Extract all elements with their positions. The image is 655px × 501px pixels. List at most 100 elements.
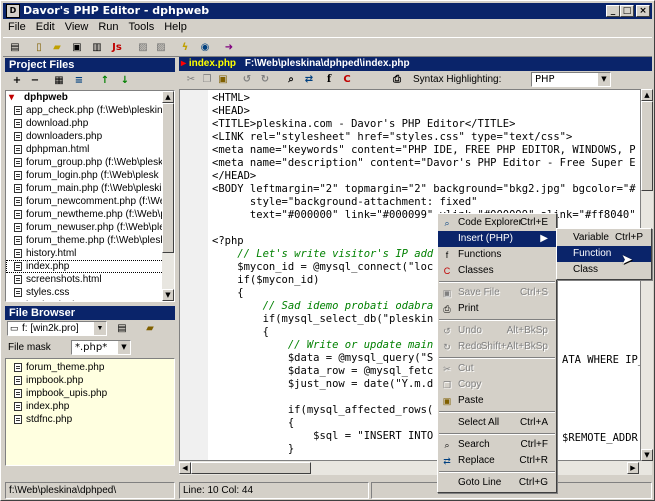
disk2-icon[interactable]: ▨ xyxy=(153,40,169,55)
context-menu-item[interactable]: ❐ Copy xyxy=(438,377,556,393)
project-file-item[interactable]: history.html xyxy=(6,247,174,260)
context-menu-item[interactable]: Goto Line Ctrl+G xyxy=(438,475,556,491)
submenu-item[interactable]: Variable Ctrl+P xyxy=(557,230,651,246)
editor-hscroll[interactable]: ◀ ▶ xyxy=(179,461,652,475)
print-icon[interactable]: ⎙ xyxy=(389,72,405,87)
context-menu-item[interactable]: Select All Ctrl+A xyxy=(438,415,556,431)
minimize-button[interactable]: _ xyxy=(606,5,620,17)
classes-icon[interactable]: C xyxy=(339,72,355,87)
remove-icon[interactable]: − xyxy=(27,73,43,88)
exit-icon[interactable]: ➜ xyxy=(221,40,237,55)
scroll-left-icon[interactable]: ◀ xyxy=(179,462,191,474)
chevron-down-icon[interactable]: ▼ xyxy=(598,73,610,86)
project-scrollbar[interactable]: ▲ ▼ xyxy=(162,91,174,301)
project-file-item[interactable]: forum_main.php (f:\Web\pleski xyxy=(6,182,174,195)
maximize-button[interactable]: □ xyxy=(620,5,634,17)
file-icon xyxy=(14,402,22,411)
syntax-select[interactable]: PHP ▼ xyxy=(531,72,611,87)
project-file-item[interactable]: forum_group.php (f:\Web\plesk xyxy=(6,156,174,169)
scroll-right-icon[interactable]: ▶ xyxy=(627,462,639,474)
project-file-item[interactable]: forum_login.php (f:\Web\plesk xyxy=(6,169,174,182)
submenu-item[interactable]: Function xyxy=(557,246,651,262)
context-menu-item[interactable]: ⌕ Code Explorer Ctrl+E xyxy=(438,215,556,231)
scroll-thumb[interactable] xyxy=(162,103,174,253)
browser-path: f:\Web\pleskina\dphped\ xyxy=(5,482,175,499)
cut-icon[interactable]: ✂ xyxy=(183,72,199,87)
project-file-item[interactable]: forum_newtheme.php (f:\Web\p xyxy=(6,208,174,221)
menu-tools[interactable]: Tools xyxy=(124,19,160,35)
scroll-down-icon[interactable]: ▼ xyxy=(641,449,653,461)
project-icon[interactable]: ▤ xyxy=(7,40,23,55)
project-file-item[interactable]: index.php xyxy=(6,260,174,273)
sort-icon[interactable]: ≡ xyxy=(71,73,87,88)
js-icon[interactable]: Js xyxy=(109,40,125,55)
redo-icon[interactable]: ↻ xyxy=(257,72,273,87)
project-file-item[interactable]: forum_newcomment.php (f:\Web xyxy=(6,195,174,208)
project-file-item[interactable]: impbook.php xyxy=(6,299,174,301)
move-up-icon[interactable]: ↑ xyxy=(97,73,113,88)
close-button[interactable]: × xyxy=(636,5,650,17)
context-menu-item[interactable]: C Classes xyxy=(438,263,556,279)
scroll-down-icon[interactable]: ▼ xyxy=(162,289,174,301)
context-menu-item[interactable]: ⌕ Search Ctrl+F xyxy=(438,437,556,453)
disk-icon[interactable]: ▨ xyxy=(135,40,151,55)
submenu-item[interactable]: Class xyxy=(557,262,651,278)
context-menu-item[interactable]: f Functions xyxy=(438,247,556,263)
add-icon[interactable]: + xyxy=(9,73,25,88)
open-folder-icon[interactable]: ▰ xyxy=(49,40,65,55)
context-menu-item[interactable]: ↺ Undo Alt+BkSp xyxy=(438,323,556,339)
scroll-up-icon[interactable]: ▲ xyxy=(162,91,174,103)
hscroll-thumb[interactable] xyxy=(191,462,311,474)
project-file-item[interactable]: forum_newuser.php (f:\Web\ple xyxy=(6,221,174,234)
browser-file-item[interactable]: impbook.php xyxy=(6,374,174,387)
paste-icon[interactable]: ▣ xyxy=(215,72,231,87)
project-file-item[interactable]: forum_theme.php (f:\Web\pleski xyxy=(6,234,174,247)
project-file-item[interactable]: styles.css xyxy=(6,286,174,299)
undo-icon[interactable]: ↺ xyxy=(239,72,255,87)
browser-file-item[interactable]: index.php xyxy=(6,400,174,413)
move-down-icon[interactable]: ↓ xyxy=(117,73,133,88)
drive-select[interactable]: ▭ f: [win2k.pro] ▼ xyxy=(7,321,107,336)
run-icon[interactable]: ϟ xyxy=(177,40,193,55)
view-mode-icon[interactable]: ▤ xyxy=(114,321,130,336)
chevron-down-icon[interactable]: ▼ xyxy=(94,322,106,335)
menu-edit[interactable]: Edit xyxy=(31,19,60,35)
context-menu-item[interactable]: Insert (PHP) ▶ xyxy=(438,231,556,247)
scroll-up-icon[interactable]: ▲ xyxy=(641,89,653,101)
context-menu-item[interactable]: ↻ Redo Shift+Alt+BkSp xyxy=(438,339,556,355)
context-menu-item[interactable]: ▣ Paste xyxy=(438,393,556,409)
project-file-label: styles.css xyxy=(26,287,70,298)
menu-file[interactable]: File xyxy=(3,19,31,35)
project-root[interactable]: ▾ dphpweb xyxy=(6,91,174,104)
context-menu-item[interactable]: ⎙ Print xyxy=(438,301,556,317)
menu-item-shortcut: Ctrl+S xyxy=(519,287,548,298)
save-icon[interactable]: ▣ xyxy=(69,40,85,55)
context-menu-item[interactable]: ✂ Cut xyxy=(438,361,556,377)
menu-view[interactable]: View xyxy=(60,19,94,35)
functions-icon[interactable]: f xyxy=(321,72,337,87)
replace-icon[interactable]: ⇄ xyxy=(301,72,317,87)
project-file-item[interactable]: dphpman.html xyxy=(6,143,174,156)
browse-icon[interactable]: ◉ xyxy=(197,40,213,55)
page-icon[interactable]: ▥ xyxy=(89,40,105,55)
context-menu-item[interactable]: ▣ Save File Ctrl+S xyxy=(438,285,556,301)
properties-icon[interactable]: ▦ xyxy=(51,73,67,88)
copy-icon[interactable]: ❐ xyxy=(199,72,215,87)
browser-file-item[interactable]: impbook_upis.php xyxy=(6,387,174,400)
context-menu-item[interactable]: ⇄ Replace Ctrl+R xyxy=(438,453,556,469)
new-file-icon[interactable]: ▯ xyxy=(31,40,47,55)
project-file-item[interactable]: screenshots.html xyxy=(6,273,174,286)
menu-run[interactable]: Run xyxy=(93,19,123,35)
search-icon[interactable]: ⌕ xyxy=(283,72,299,87)
browser-file-item[interactable]: forum_theme.php xyxy=(6,361,174,374)
folder-up-icon[interactable]: ▰ xyxy=(142,321,158,336)
chevron-down-icon[interactable]: ▼ xyxy=(118,341,130,354)
browser-file-item[interactable]: stdfnc.php xyxy=(6,413,174,426)
tab-index-php[interactable]: index.php xyxy=(189,58,236,69)
scroll-thumb[interactable] xyxy=(641,101,653,191)
project-file-item[interactable]: app_check.php (f:\Web\pleskina xyxy=(6,104,174,117)
file-mask-select[interactable]: *.php* ▼ xyxy=(71,340,131,355)
menu-help[interactable]: Help xyxy=(159,19,192,35)
project-file-item[interactable]: downloaders.php xyxy=(6,130,174,143)
project-file-item[interactable]: download.php xyxy=(6,117,174,130)
